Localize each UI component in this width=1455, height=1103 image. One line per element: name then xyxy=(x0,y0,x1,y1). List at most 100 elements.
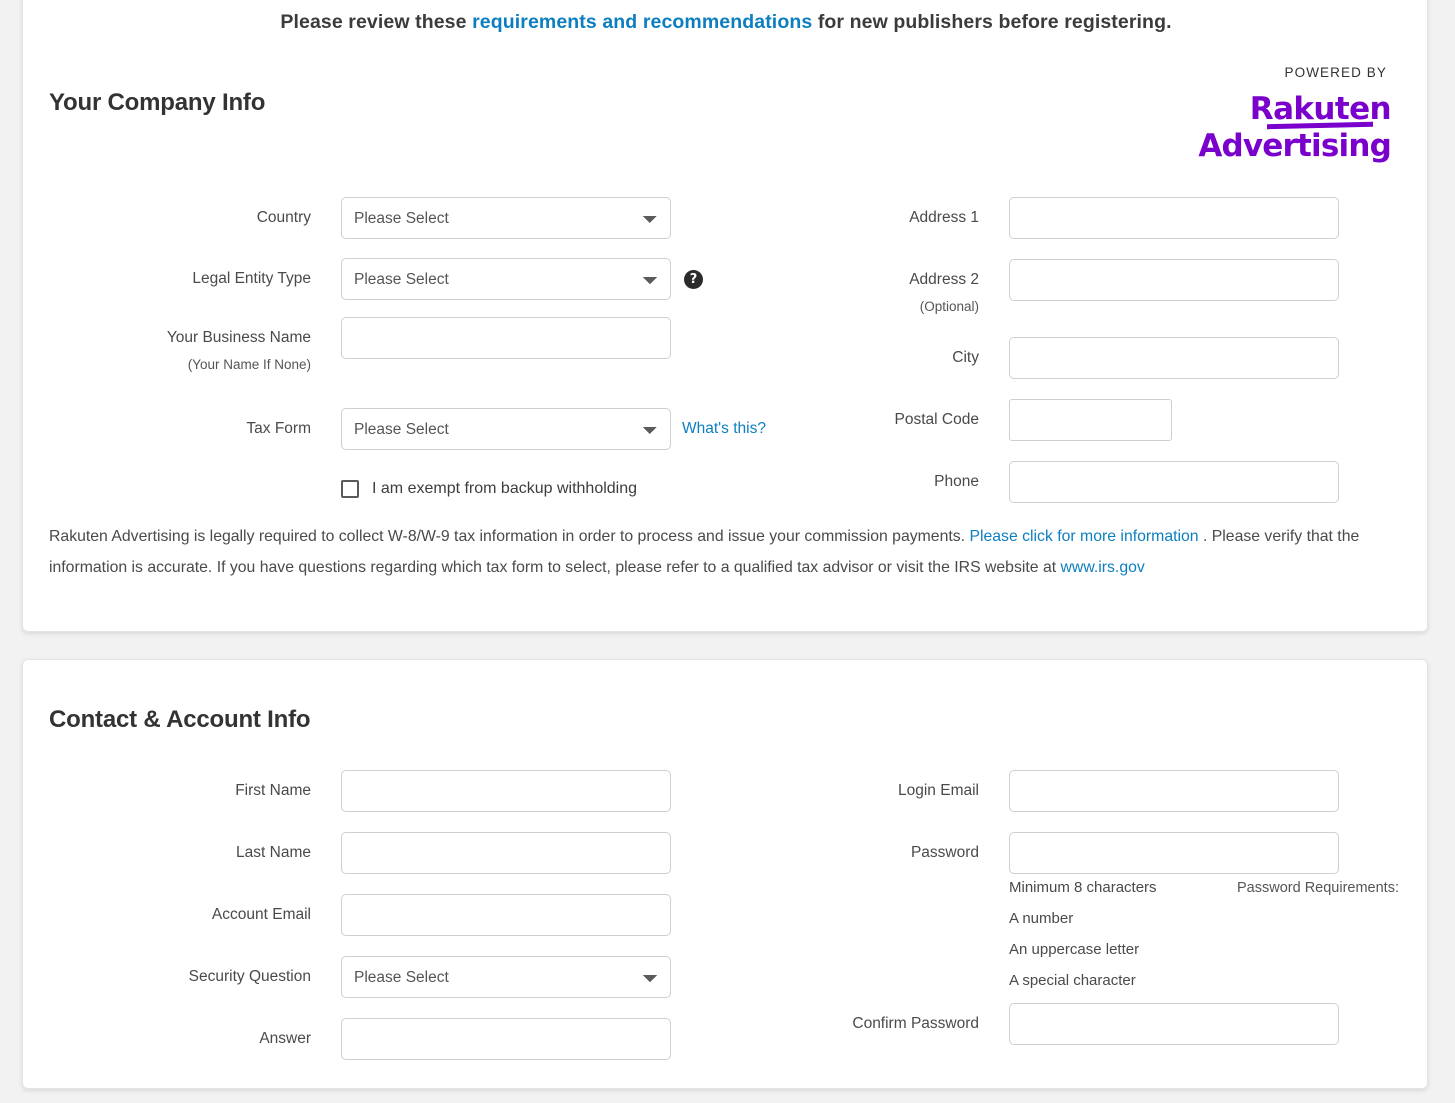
last-name-input[interactable] xyxy=(341,832,671,874)
legal-text-part1: Rakuten Advertising is legally required … xyxy=(49,528,970,545)
company-info-card: Please review these requirements and rec… xyxy=(22,0,1428,632)
answer-control xyxy=(341,1018,671,1060)
field-row-first-name: First Name xyxy=(49,770,689,812)
powered-by-label: POWERED BY xyxy=(1284,65,1387,80)
security-question-control: Please Select xyxy=(341,956,671,998)
logo-rakuten-text: Rakuten xyxy=(1249,91,1392,127)
security-question-select[interactable]: Please Select xyxy=(341,956,671,998)
powered-by-block: POWERED BY Rakuten Advertising xyxy=(1161,65,1391,162)
country-label: Country xyxy=(256,209,311,226)
field-row-tax-form: Tax Form Please Select What's this? xyxy=(49,408,809,450)
postal-code-control xyxy=(1009,399,1172,441)
country-control: Please Select xyxy=(341,197,671,239)
password-requirements-label: Password Requirements: xyxy=(1237,880,1399,896)
city-control xyxy=(1009,337,1339,379)
review-requirements-banner: Please review these requirements and rec… xyxy=(23,11,1429,34)
city-input[interactable] xyxy=(1009,337,1339,379)
first-name-label: First Name xyxy=(235,782,311,799)
last-name-control xyxy=(341,832,671,874)
password-requirement-item: An uppercase letter xyxy=(1009,941,1140,958)
field-row-business-name: Your Business Name (Your Name If None) xyxy=(49,317,689,372)
password-control xyxy=(1009,832,1339,874)
tax-form-label: Tax Form xyxy=(246,420,311,437)
login-email-label: Login Email xyxy=(898,782,979,799)
tax-legal-paragraph: Rakuten Advertising is legally required … xyxy=(49,521,1389,583)
question-mark-icon[interactable]: ? xyxy=(684,270,703,289)
banner-text-before: Please review these xyxy=(280,11,473,33)
address2-input[interactable] xyxy=(1009,259,1339,301)
legal-entity-type-label: Legal Entity Type xyxy=(192,270,311,287)
account-email-control xyxy=(341,894,671,936)
backup-withholding-label: I am exempt from backup withholding xyxy=(372,480,638,497)
field-row-security-question: Security Question Please Select xyxy=(49,956,689,998)
address2-label-block: Address 2 (Optional) xyxy=(739,259,979,314)
postal-code-input[interactable] xyxy=(1009,399,1172,441)
more-information-link[interactable]: Please click for more information xyxy=(969,528,1198,545)
address1-input[interactable] xyxy=(1009,197,1339,239)
backup-withholding-checkbox[interactable] xyxy=(341,480,359,498)
field-row-account-email: Account Email xyxy=(49,894,689,936)
login-email-control xyxy=(1009,770,1339,812)
business-name-input[interactable] xyxy=(341,317,671,359)
tax-form-select[interactable]: Please Select xyxy=(341,408,671,450)
company-info-title: Your Company Info xyxy=(49,89,266,116)
address1-label: Address 1 xyxy=(909,209,979,226)
business-name-label: Your Business Name xyxy=(166,329,311,346)
business-name-label-block: Your Business Name (Your Name If None) xyxy=(49,317,311,372)
legal-entity-type-select[interactable]: Please Select xyxy=(341,258,671,300)
field-row-login-email: Login Email xyxy=(739,770,1399,812)
city-label: City xyxy=(952,349,979,366)
rakuten-advertising-logo: Rakuten Advertising xyxy=(1161,94,1391,162)
address2-control xyxy=(1009,259,1339,301)
confirm-password-input[interactable] xyxy=(1009,1003,1339,1045)
field-row-password: Password xyxy=(739,832,1399,874)
legal-entity-type-control: Please Select xyxy=(341,258,671,300)
account-email-input[interactable] xyxy=(341,894,671,936)
first-name-input[interactable] xyxy=(341,770,671,812)
field-row-legal-entity-type: Legal Entity Type Please Select ? xyxy=(49,258,749,300)
password-requirements-block: Password Requirements: Minimum 8 charact… xyxy=(739,879,1399,1000)
logo-advertising-text: Advertising xyxy=(1198,128,1391,164)
field-row-country: Country Please Select xyxy=(49,197,689,239)
field-row-phone: Phone xyxy=(739,461,1399,503)
field-row-answer: Answer xyxy=(49,1018,689,1060)
irs-gov-link[interactable]: www.irs.gov xyxy=(1061,559,1145,576)
contact-account-info-card: Contact & Account Info First Name Last N… xyxy=(22,659,1428,1089)
address2-sublabel: (Optional) xyxy=(919,299,979,314)
requirements-and-recommendations-link[interactable]: requirements and recommendations xyxy=(472,11,812,33)
password-requirements-list: Minimum 8 characters A number An upperca… xyxy=(1009,872,1157,996)
first-name-control xyxy=(341,770,671,812)
password-label: Password xyxy=(910,844,979,861)
password-requirement-item: A number xyxy=(1009,910,1074,927)
contact-account-info-title: Contact & Account Info xyxy=(49,706,311,733)
phone-input[interactable] xyxy=(1009,461,1339,503)
field-row-city: City xyxy=(739,337,1399,379)
answer-label: Answer xyxy=(259,1030,311,1047)
address2-label: Address 2 xyxy=(909,271,979,288)
password-input[interactable] xyxy=(1009,832,1339,874)
registration-page: Please review these requirements and rec… xyxy=(0,0,1455,1103)
password-requirement-item: Minimum 8 characters xyxy=(1009,879,1157,896)
last-name-label: Last Name xyxy=(236,844,311,861)
field-row-address2: Address 2 (Optional) xyxy=(739,259,1399,314)
business-name-control xyxy=(341,317,671,359)
business-name-sublabel: (Your Name If None) xyxy=(187,357,311,372)
field-row-postal-code: Postal Code xyxy=(739,399,1399,441)
login-email-input[interactable] xyxy=(1009,770,1339,812)
field-row-address1: Address 1 xyxy=(739,197,1399,239)
field-row-last-name: Last Name xyxy=(49,832,689,874)
banner-text-after: for new publishers before registering. xyxy=(812,11,1172,33)
confirm-password-control xyxy=(1009,1003,1339,1045)
postal-code-label: Postal Code xyxy=(894,411,979,428)
phone-label: Phone xyxy=(934,473,979,490)
tax-form-control: Please Select xyxy=(341,408,671,450)
confirm-password-label: Confirm Password xyxy=(852,1015,979,1032)
password-requirement-item: A special character xyxy=(1009,972,1136,989)
country-select[interactable]: Please Select xyxy=(341,197,671,239)
address1-control xyxy=(1009,197,1339,239)
backup-withholding-checkbox-row[interactable]: I am exempt from backup withholding xyxy=(341,480,637,498)
security-question-label: Security Question xyxy=(188,968,311,985)
field-row-confirm-password: Confirm Password xyxy=(739,1003,1399,1045)
answer-input[interactable] xyxy=(341,1018,671,1060)
phone-control xyxy=(1009,461,1339,503)
